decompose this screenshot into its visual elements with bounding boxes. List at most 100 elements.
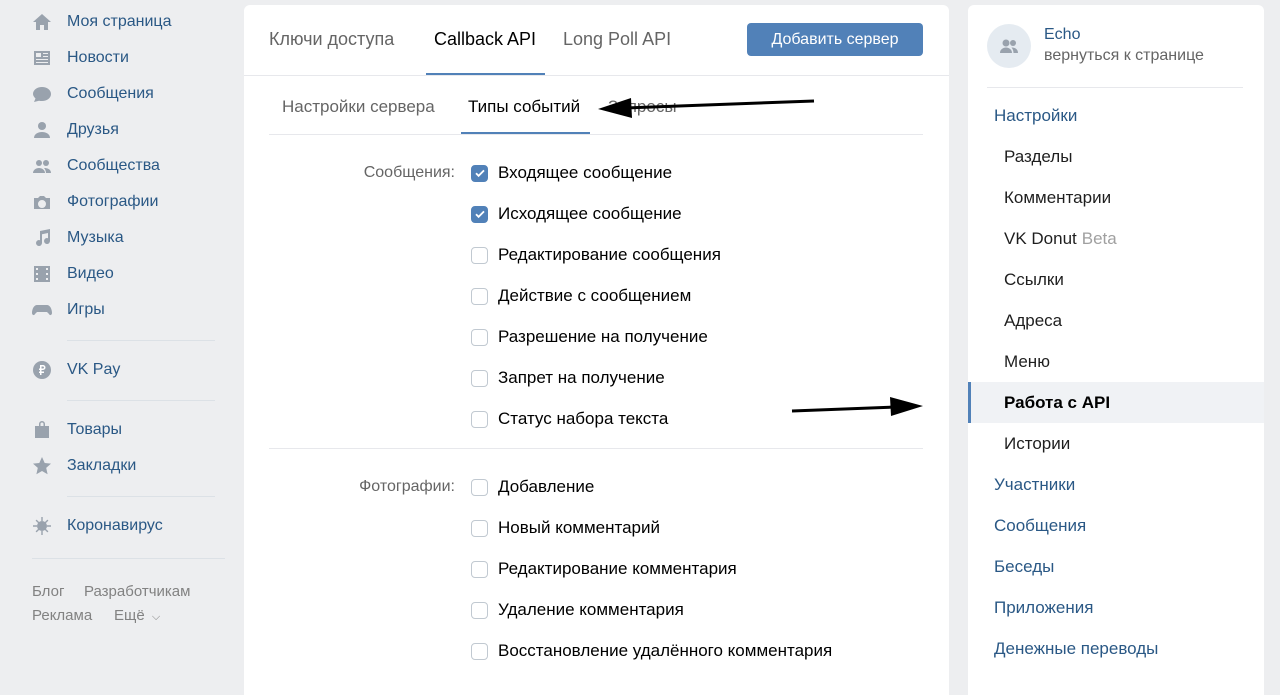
menu-item-vk-donut[interactable]: VK Donut Beta (968, 218, 1264, 259)
menu-item-sections[interactable]: Разделы (968, 136, 1264, 177)
nav-item-messages[interactable]: Сообщения (32, 80, 154, 108)
event-checkbox-row[interactable]: Действие с сообщением (471, 285, 691, 307)
event-label: Действие с сообщением (498, 286, 692, 305)
checkbox-unchecked[interactable] (471, 601, 488, 619)
api-tabs: Ключи доступа Callback API Long Poll API… (244, 5, 949, 76)
shopping-bag-icon (32, 420, 52, 440)
event-checkbox-row[interactable]: Исходящее сообщение (471, 203, 682, 225)
checkbox-unchecked[interactable] (471, 369, 488, 387)
event-label: Добавление (498, 477, 595, 496)
menu-item-money-transfers[interactable]: Денежные переводы (968, 628, 1264, 669)
checkbox-unchecked[interactable] (471, 410, 488, 428)
footer-link-blog[interactable]: Блог (32, 583, 64, 600)
event-label: Статус набора текста (498, 409, 669, 428)
checkbox-unchecked[interactable] (471, 246, 488, 264)
checkbox-checked[interactable] (471, 164, 488, 182)
nav-item-communities[interactable]: Сообщества (32, 152, 160, 180)
menu-item-chats[interactable]: Беседы (968, 546, 1264, 587)
nav-label: Друзья (67, 121, 119, 138)
nav-label: VK Pay (67, 361, 121, 378)
footer-more-label: Ещё (114, 607, 145, 624)
event-checkbox-row[interactable]: Запрет на получение (471, 367, 665, 389)
nav-item-music[interactable]: Музыка (32, 224, 124, 252)
menu-item-messages[interactable]: Сообщения (968, 505, 1264, 546)
checkbox-unchecked[interactable] (471, 478, 488, 496)
nav-label: Фотографии (67, 193, 159, 210)
checkbox-unchecked[interactable] (471, 560, 488, 578)
event-checkbox-row[interactable]: Входящее сообщение (471, 162, 672, 184)
communities-icon (32, 156, 52, 176)
menu-item-api[interactable]: Работа с API (968, 382, 1264, 423)
group-label-photos: Фотографии: (359, 478, 455, 495)
event-label: Запрет на получение (498, 368, 665, 387)
back-to-page-link[interactable]: вернуться к странице (1044, 47, 1204, 65)
subtab-requests[interactable]: Запросы (608, 97, 677, 117)
menu-item-addresses[interactable]: Адреса (968, 300, 1264, 341)
checkbox-unchecked[interactable] (471, 328, 488, 346)
add-server-button[interactable]: Добавить сервер (747, 23, 923, 56)
footer-link-developers[interactable]: Разработчикам (84, 583, 190, 600)
tab-access-keys[interactable]: Ключи доступа (269, 29, 394, 50)
nav-divider (67, 496, 215, 497)
nav-item-photos[interactable]: Фотографии (32, 188, 158, 216)
nav-item-games[interactable]: Игры (32, 296, 105, 324)
tab-long-poll-api[interactable]: Long Poll API (563, 29, 671, 50)
nav-item-bookmarks[interactable]: Закладки (32, 452, 136, 480)
beta-badge: Beta (1081, 228, 1117, 248)
avatar[interactable] (987, 24, 1031, 68)
event-checkbox-row[interactable]: Восстановление удалённого комментария (471, 640, 832, 662)
footer-divider (32, 558, 225, 559)
event-checkbox-row[interactable]: Редактирование сообщения (471, 244, 721, 266)
nav-item-goods[interactable]: Товары (32, 416, 122, 444)
menu-item-stories[interactable]: Истории (968, 423, 1264, 464)
event-label: Входящее сообщение (498, 163, 673, 182)
subtab-server-settings[interactable]: Настройки сервера (282, 97, 435, 117)
nav-item-my-page[interactable]: Моя страница (32, 8, 171, 36)
event-checkbox-row[interactable]: Редактирование комментария (471, 558, 737, 580)
subtab-event-types[interactable]: Типы событий (468, 97, 580, 117)
left-navigation: Моя страница Новости Сообщения Друзья Со… (0, 0, 230, 679)
virus-icon (32, 516, 52, 536)
star-icon (32, 456, 52, 476)
event-checkbox-row[interactable]: Статус набора текста (471, 408, 668, 430)
nav-item-vk-pay[interactable]: VK Pay (32, 356, 120, 384)
checkbox-unchecked[interactable] (471, 287, 488, 305)
footer-link-ads[interactable]: Реклама (32, 607, 92, 624)
event-checkbox-row[interactable]: Добавление (471, 476, 594, 498)
event-checkbox-row[interactable]: Удаление комментария (471, 599, 684, 621)
menu-item-menu[interactable]: Меню (968, 341, 1264, 382)
nav-item-video[interactable]: Видео (32, 260, 114, 288)
menu-item-settings[interactable]: Настройки (968, 95, 1264, 136)
checkbox-checked[interactable] (471, 205, 488, 223)
nav-item-coronavirus[interactable]: Коронавирус (32, 512, 163, 540)
nav-divider (67, 340, 215, 341)
nav-item-friends[interactable]: Друзья (32, 116, 119, 144)
event-checkbox-row[interactable]: Новый комментарий (471, 517, 660, 539)
checkbox-unchecked[interactable] (471, 519, 488, 537)
event-label: Разрешение на получение (498, 327, 708, 346)
menu-item-apps[interactable]: Приложения (968, 587, 1264, 628)
nav-label: Закладки (67, 457, 137, 474)
menu-divider (987, 87, 1243, 88)
tab-callback-api[interactable]: Callback API (434, 29, 536, 50)
event-checkbox-row[interactable]: Разрешение на получение (471, 326, 708, 348)
home-icon (32, 12, 52, 32)
group-name-link[interactable]: Echo (1044, 26, 1080, 44)
main-panel: Ключи доступа Callback API Long Poll API… (244, 5, 949, 695)
friends-icon (32, 120, 52, 140)
nav-label: Новости (67, 49, 129, 66)
nav-label: Сообщения (67, 85, 154, 102)
camera-icon (32, 192, 52, 212)
menu-item-members[interactable]: Участники (968, 464, 1264, 505)
menu-item-comments[interactable]: Комментарии (968, 177, 1264, 218)
checkbox-unchecked[interactable] (471, 642, 488, 660)
group-divider (269, 448, 923, 449)
footer-link-more[interactable]: Ещё ⌵ (114, 607, 160, 624)
callback-subtabs: Настройки сервера Типы событий Запросы (269, 75, 923, 135)
group-label-messages: Сообщения: (363, 164, 455, 181)
nav-item-news[interactable]: Новости (32, 44, 129, 72)
vkpay-icon (32, 360, 52, 380)
nav-label: Товары (67, 421, 123, 438)
menu-item-links[interactable]: Ссылки (968, 259, 1264, 300)
active-subtab-indicator (461, 132, 590, 134)
